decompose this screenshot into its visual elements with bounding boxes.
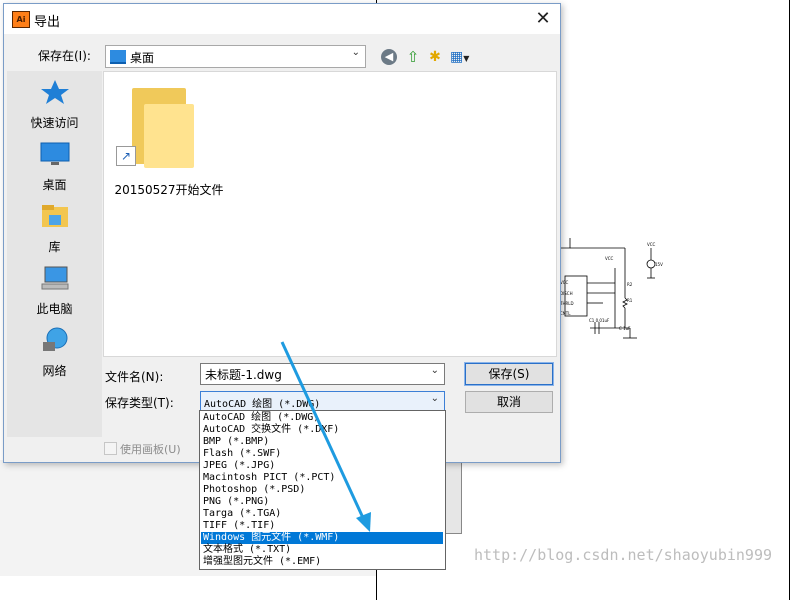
annotation-arrow xyxy=(280,341,371,532)
